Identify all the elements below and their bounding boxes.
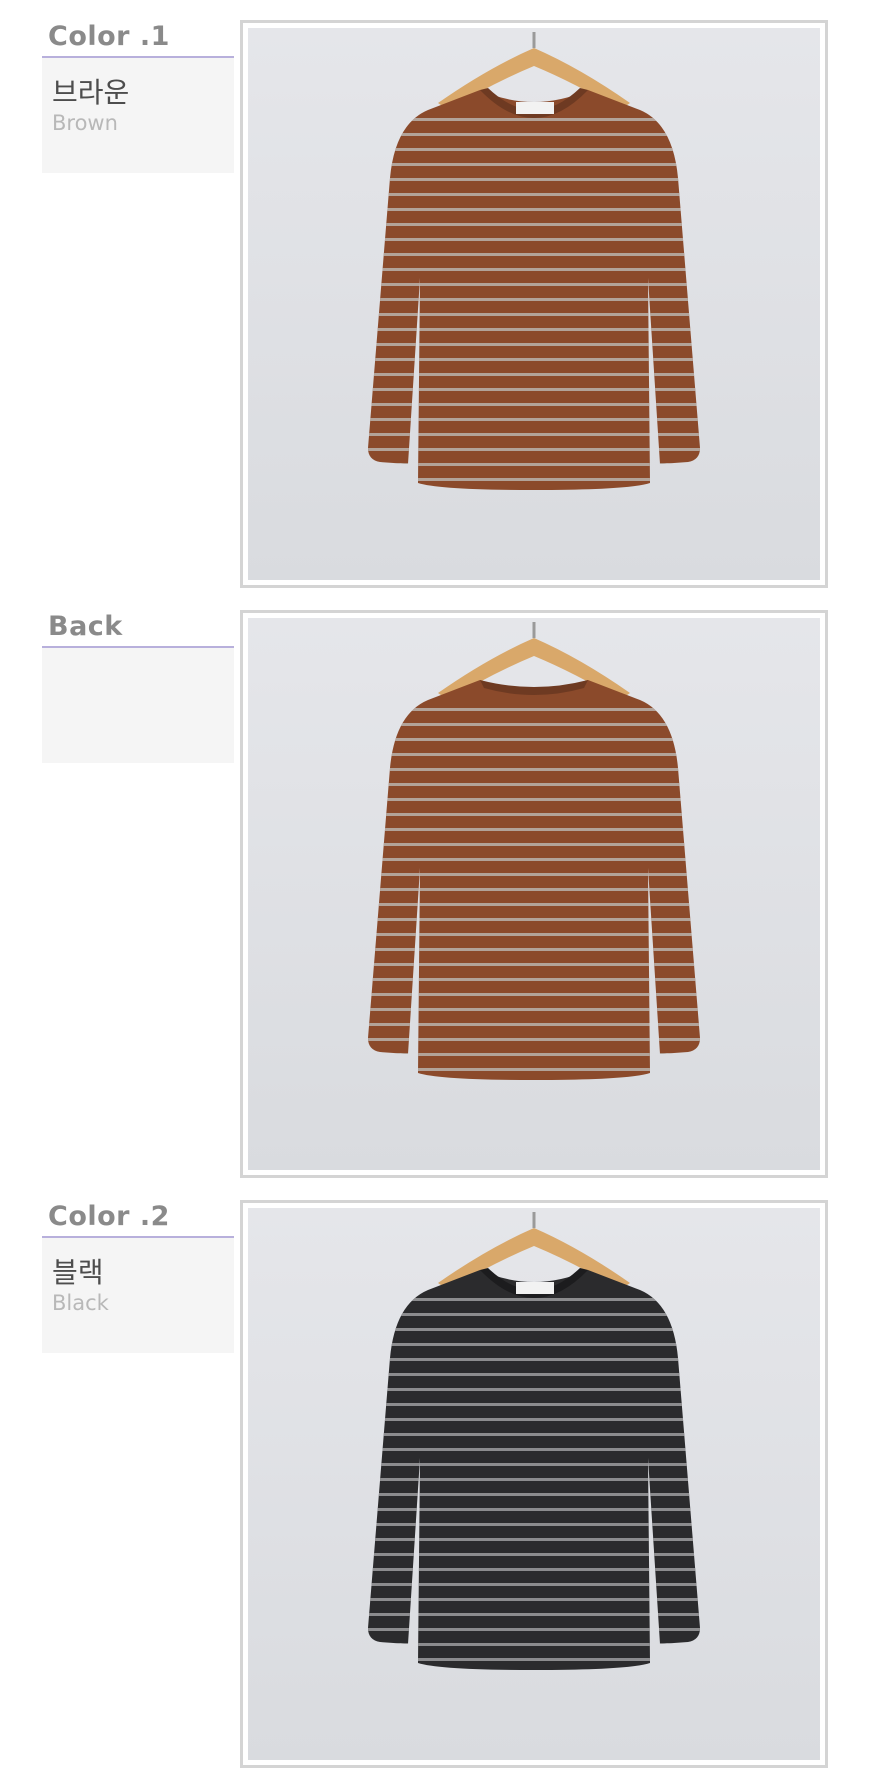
black-striped-shirt-front-image [368, 1212, 700, 1670]
back-label-column: Back [42, 610, 234, 763]
color-1-section: Color .1 브라운 Brown [0, 0, 870, 588]
back-heading: Back [42, 610, 234, 648]
back-section: Back [0, 590, 870, 1178]
color-2-name-english: Black [52, 1291, 109, 1315]
color-2-name-box: 블랙 Black [42, 1238, 234, 1353]
shirt-tag [516, 102, 554, 114]
color-2-heading: Color .2 [42, 1200, 234, 1238]
brown-striped-shirt-front-image [368, 32, 700, 490]
color-2-section: Color .2 블랙 Black [0, 1180, 870, 1768]
back-name-box [42, 648, 234, 763]
color-1-name-box: 브라운 Brown [42, 58, 234, 173]
color-2-name-korean: 블랙 [52, 1256, 104, 1289]
color-1-heading: Color .1 [42, 20, 234, 58]
color-1-label-column: Color .1 브라운 Brown [42, 20, 234, 173]
brown-front-photo [248, 28, 820, 580]
shirt-tag [516, 1282, 554, 1294]
color-2-photo-frame [240, 1200, 828, 1768]
brown-back-photo [248, 618, 820, 1170]
back-photo-frame [240, 610, 828, 1178]
brown-striped-shirt-back-image [368, 622, 700, 1080]
black-front-photo [248, 1208, 820, 1760]
color-1-name-korean: 브라운 [52, 76, 130, 109]
color-1-photo-frame [240, 20, 828, 588]
color-2-label-column: Color .2 블랙 Black [42, 1200, 234, 1353]
color-1-name-english: Brown [52, 111, 118, 135]
